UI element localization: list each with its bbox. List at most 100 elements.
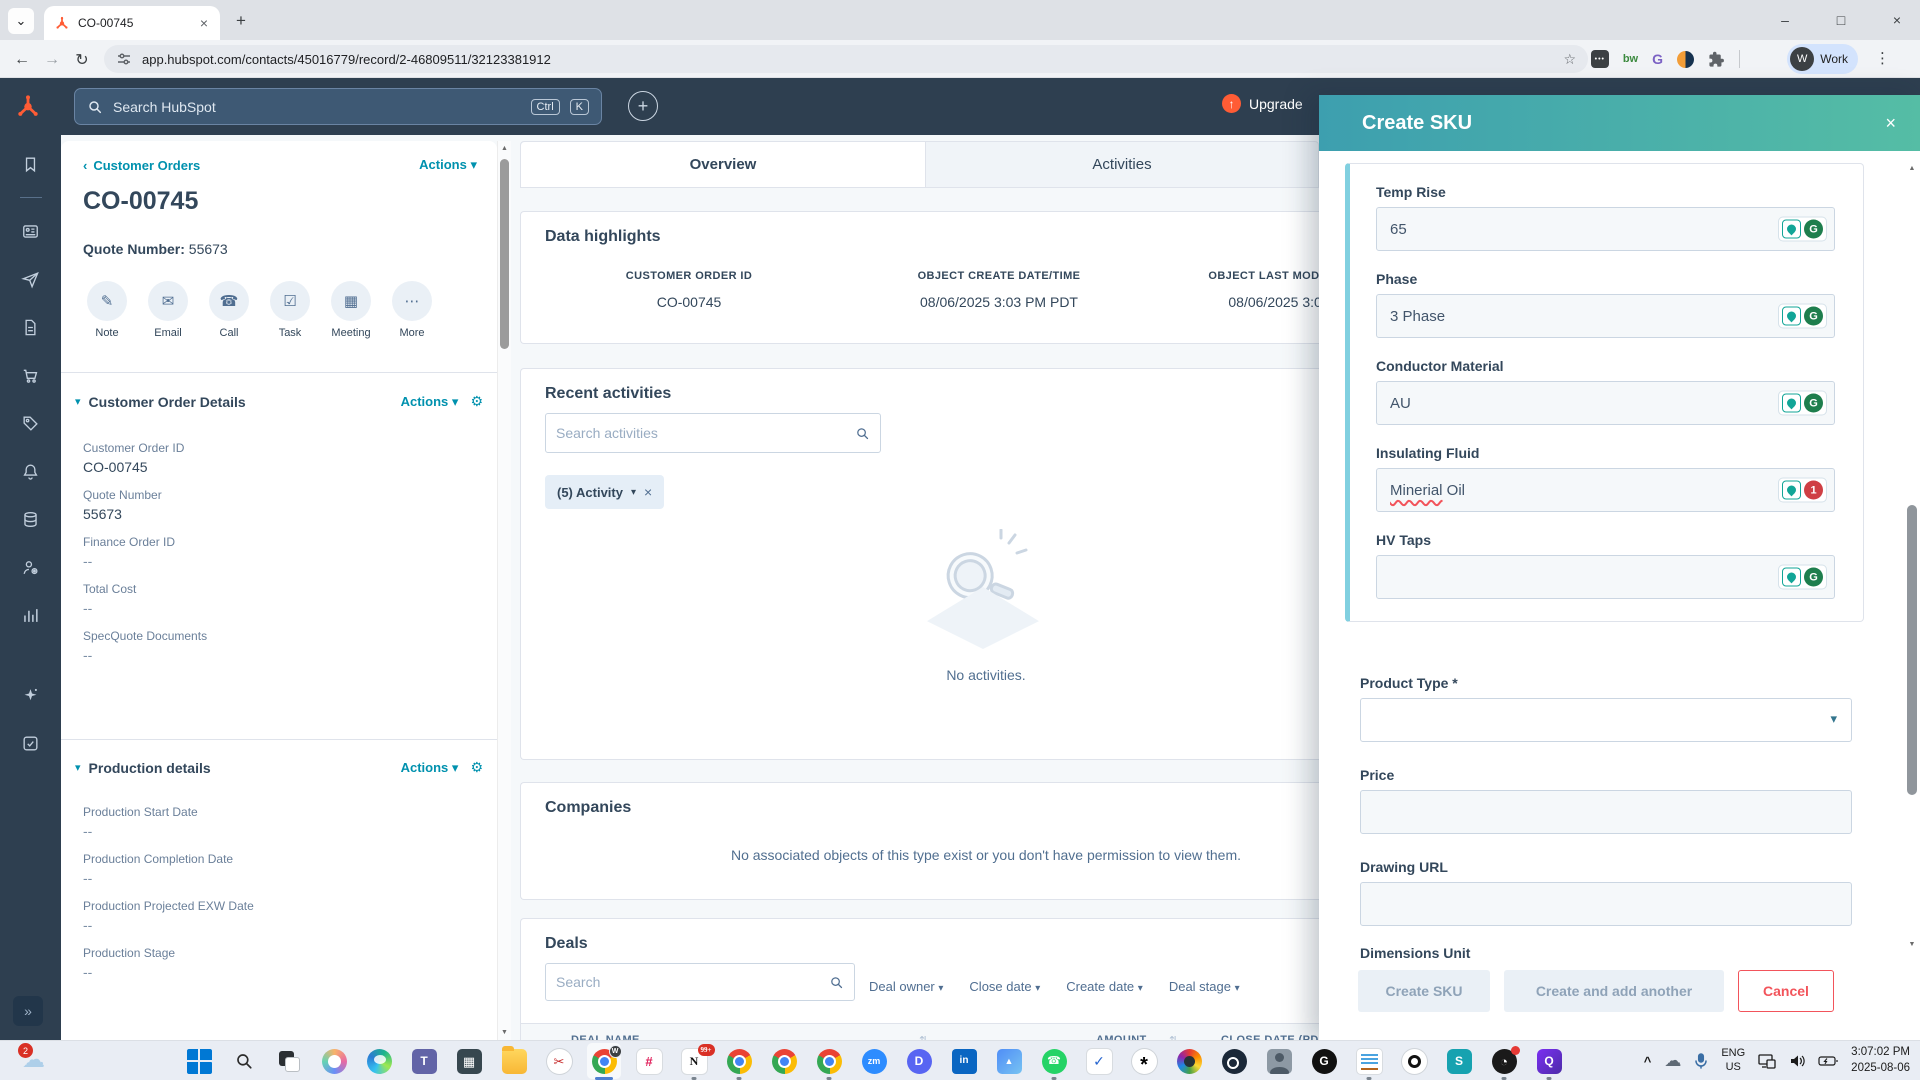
edge-icon[interactable] bbox=[366, 1041, 392, 1080]
hubspot-search-bar[interactable]: Search HubSpot Ctrl K bbox=[74, 88, 602, 125]
todo-icon[interactable]: ✓ bbox=[1086, 1041, 1112, 1080]
content-icon[interactable] bbox=[14, 310, 48, 344]
grammarly-badge-icon[interactable]: G bbox=[1804, 306, 1823, 326]
chip-remove-icon[interactable]: × bbox=[644, 484, 652, 500]
taskbar-search-icon[interactable] bbox=[231, 1041, 257, 1080]
profile-photo-icon[interactable] bbox=[1266, 1041, 1292, 1080]
section-collapse-icon[interactable]: ▾ bbox=[75, 761, 81, 774]
cast-icon[interactable] bbox=[1758, 1053, 1776, 1069]
taskbar-clock[interactable]: 3:07:02 PM 2025-08-06 bbox=[1851, 1045, 1910, 1076]
deal-stage-filter[interactable]: Deal stage ▾ bbox=[1169, 979, 1240, 994]
sales-icon[interactable] bbox=[14, 406, 48, 440]
meeting-button[interactable]: ▦ Meeting bbox=[327, 281, 375, 339]
temp-rise-input[interactable]: 65 G bbox=[1376, 207, 1835, 251]
battery-icon[interactable] bbox=[1818, 1055, 1838, 1067]
section-collapse-icon[interactable]: ▾ bbox=[75, 395, 81, 408]
record-actions-dropdown[interactable]: Actions ▾ bbox=[419, 157, 477, 173]
weather-widget[interactable]: ☁ 2 bbox=[16, 1043, 56, 1077]
steelseries-icon[interactable] bbox=[1401, 1041, 1427, 1080]
data-management-icon[interactable] bbox=[14, 502, 48, 536]
call-button[interactable]: ☎ Call bbox=[205, 281, 253, 339]
grammarly-badge-icon[interactable]: G bbox=[1804, 219, 1823, 239]
create-and-add-another-button[interactable]: Create and add another bbox=[1504, 970, 1724, 1012]
q-app-icon[interactable]: Q bbox=[1536, 1041, 1562, 1080]
language-indicator[interactable]: ENG US bbox=[1721, 1047, 1745, 1075]
notion-icon[interactable]: N 99+ bbox=[681, 1041, 715, 1080]
activity-filter-chip[interactable]: (5) Activity ▾ × bbox=[545, 475, 665, 509]
breeze-ai-icon[interactable] bbox=[14, 678, 48, 712]
hubspot-logo-icon[interactable] bbox=[14, 92, 42, 120]
price-input[interactable] bbox=[1360, 790, 1852, 834]
hv-taps-input[interactable]: G bbox=[1376, 555, 1835, 599]
surfshark-icon[interactable]: S bbox=[1446, 1041, 1472, 1080]
scroll-up-icon[interactable]: ▲ bbox=[1906, 165, 1918, 172]
create-sku-button[interactable]: Create SKU bbox=[1358, 970, 1490, 1012]
sidebar-scrollbar[interactable]: ▲ ▼ bbox=[497, 141, 511, 1040]
chrome-icon[interactable]: W bbox=[587, 1041, 622, 1080]
chrome-profile-3-icon[interactable] bbox=[771, 1041, 797, 1080]
window-close-button[interactable]: × bbox=[1882, 12, 1912, 28]
create-date-filter[interactable]: Create date ▾ bbox=[1066, 979, 1143, 994]
drawing-url-input[interactable] bbox=[1360, 882, 1852, 926]
task-view-icon[interactable] bbox=[276, 1041, 302, 1080]
discord-icon[interactable]: D bbox=[906, 1041, 932, 1080]
back-button[interactable]: ← bbox=[10, 48, 34, 72]
scroll-up-icon[interactable]: ▲ bbox=[498, 145, 511, 152]
tab-close-icon[interactable]: × bbox=[198, 15, 210, 31]
obs-icon[interactable]: ◔ bbox=[1491, 1041, 1520, 1080]
onedrive-icon[interactable]: ☁ bbox=[1664, 1051, 1681, 1071]
service-icon[interactable] bbox=[14, 454, 48, 488]
scrollbar-thumb[interactable] bbox=[500, 159, 509, 349]
tab-list-chevron-icon[interactable]: ⌄ bbox=[8, 8, 34, 34]
task-button[interactable]: ☑ Task bbox=[266, 281, 314, 339]
snipping-tool-icon[interactable]: ✂ bbox=[546, 1041, 572, 1080]
new-tab-button[interactable]: + bbox=[230, 10, 252, 32]
slack-icon[interactable]: # bbox=[636, 1041, 662, 1080]
workspace-icon[interactable] bbox=[14, 726, 48, 760]
insulating-fluid-input[interactable]: Minerial Oil 1 bbox=[1376, 468, 1835, 512]
photos-icon[interactable]: ▲ bbox=[996, 1041, 1022, 1080]
breadcrumb[interactable]: ‹ Customer Orders bbox=[83, 158, 200, 173]
email-button[interactable]: ✉ Email bbox=[144, 281, 192, 339]
calculator-icon[interactable]: ▦ bbox=[456, 1041, 482, 1080]
search-activities-field[interactable] bbox=[556, 425, 855, 441]
browser-menu-icon[interactable]: ⋮ bbox=[1875, 49, 1890, 67]
bookmark-star-icon[interactable]: ☆ bbox=[1563, 51, 1576, 68]
compose-extension-icon[interactable] bbox=[1782, 393, 1801, 413]
compose-extension-icon[interactable] bbox=[1782, 480, 1801, 500]
commerce-icon[interactable] bbox=[14, 358, 48, 392]
upgrade-button[interactable]: ↑ Upgrade bbox=[1222, 94, 1303, 113]
expand-nav-icon[interactable]: » bbox=[13, 996, 43, 1026]
production-actions-dropdown[interactable]: Actions ▾ bbox=[401, 760, 459, 776]
bookmarks-icon[interactable] bbox=[14, 147, 48, 181]
chrome-profile-4-icon[interactable] bbox=[816, 1041, 842, 1080]
swirl-extension-icon[interactable] bbox=[1677, 50, 1694, 68]
conductor-material-input[interactable]: AU G bbox=[1376, 381, 1835, 425]
deals-search-input[interactable] bbox=[545, 963, 855, 1001]
notes-app-icon[interactable] bbox=[1356, 1041, 1382, 1080]
chatgpt-icon[interactable]: * bbox=[1131, 1041, 1157, 1080]
address-bar[interactable]: app.hubspot.com/contacts/45016779/record… bbox=[104, 45, 1588, 73]
browser-profile-button[interactable]: W Work bbox=[1787, 44, 1858, 74]
product-type-select[interactable]: ▾ bbox=[1360, 698, 1852, 742]
copilot-icon[interactable] bbox=[321, 1041, 347, 1080]
grammarly-alert-badge[interactable]: 1 bbox=[1804, 480, 1823, 500]
details-actions-dropdown[interactable]: Actions ▾ bbox=[401, 394, 459, 410]
file-explorer-icon[interactable] bbox=[501, 1041, 527, 1080]
create-button[interactable]: + bbox=[628, 91, 658, 121]
panel-scrollbar[interactable]: ▲ ▼ bbox=[1906, 165, 1918, 948]
automations-icon[interactable] bbox=[14, 550, 48, 584]
zoom-icon[interactable]: zm bbox=[861, 1041, 887, 1080]
bitwarden-extension-icon[interactable]: bw bbox=[1623, 53, 1638, 65]
grammarly-extension-icon[interactable]: G bbox=[1652, 51, 1663, 67]
start-button[interactable] bbox=[186, 1041, 212, 1080]
deal-owner-filter[interactable]: Deal owner ▾ bbox=[869, 979, 943, 994]
tab-activities[interactable]: Activities bbox=[926, 142, 1318, 187]
more-button[interactable]: ⋯ More bbox=[388, 281, 436, 339]
cancel-button[interactable]: Cancel bbox=[1738, 970, 1834, 1012]
extensions-puzzle-icon[interactable] bbox=[1708, 51, 1725, 68]
marketing-icon[interactable] bbox=[14, 262, 48, 296]
compose-extension-icon[interactable] bbox=[1782, 567, 1801, 587]
browser-tab[interactable]: CO-00745 × bbox=[44, 6, 220, 40]
window-minimize-button[interactable]: – bbox=[1770, 12, 1800, 28]
